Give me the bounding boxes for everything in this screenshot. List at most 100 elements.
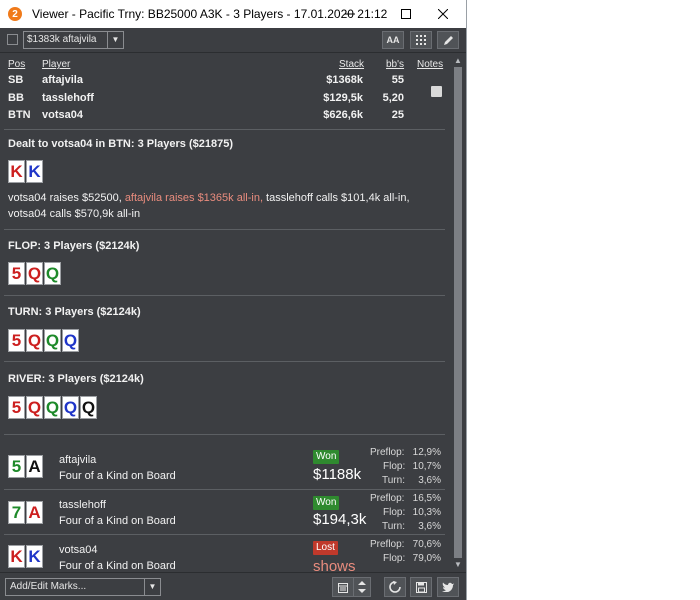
chevron-down-icon: ▼ bbox=[144, 579, 160, 595]
player-bbs: 5,20 bbox=[382, 92, 404, 104]
player-hand-cards: K K bbox=[8, 545, 43, 568]
hole-cards: K K bbox=[8, 160, 43, 183]
sort-button[interactable] bbox=[353, 577, 371, 597]
calendar-button[interactable] bbox=[332, 577, 354, 597]
player-bbs: 25 bbox=[391, 109, 404, 121]
card: Q bbox=[26, 262, 43, 285]
divider bbox=[4, 361, 445, 362]
grid-icon bbox=[416, 35, 426, 45]
player-name[interactable]: votsa04 bbox=[42, 109, 83, 121]
replay-button[interactable] bbox=[384, 577, 406, 597]
player-pos: BTN bbox=[8, 109, 31, 121]
card: Q bbox=[62, 329, 79, 352]
note-icon[interactable] bbox=[431, 86, 442, 97]
card: K bbox=[26, 160, 43, 183]
card: K bbox=[8, 545, 25, 568]
flop-cards: 5 Q Q bbox=[8, 262, 61, 285]
font-size-button[interactable]: AA bbox=[382, 31, 404, 49]
app-logo-icon: 2 bbox=[8, 7, 22, 21]
scrollbar-thumb[interactable] bbox=[454, 67, 462, 558]
turn-cards: 5 Q Q Q bbox=[8, 329, 79, 352]
action-text: votsa04 raises $52500, bbox=[8, 192, 125, 204]
edit-button[interactable] bbox=[437, 31, 459, 49]
player-hand-cards: 5 A bbox=[8, 455, 43, 478]
divider bbox=[4, 129, 445, 130]
result-hand-description: Four of a Kind on Board bbox=[59, 470, 176, 482]
card: A bbox=[26, 501, 43, 524]
col-stack-header[interactable]: Stack bbox=[339, 59, 364, 70]
flop-title: FLOP: 3 Players ($2124k) bbox=[8, 240, 140, 252]
result-hand-description: Four of a Kind on Board bbox=[59, 560, 176, 572]
result-player-name[interactable]: tasslehoff bbox=[59, 499, 106, 511]
card: Q bbox=[44, 396, 61, 419]
save-icon bbox=[415, 581, 427, 593]
updown-icon bbox=[358, 581, 366, 593]
vertical-scrollbar[interactable]: ▲ ▼ bbox=[450, 53, 466, 572]
title-bar: 2 Viewer - Pacific Trny: BB25000 A3K - 3… bbox=[0, 0, 466, 28]
card: 5 bbox=[8, 329, 25, 352]
result-player-name[interactable]: aftajvila bbox=[59, 454, 96, 466]
twitter-button[interactable] bbox=[437, 577, 459, 597]
player-stack: $129,5k bbox=[323, 92, 363, 104]
result-player-name[interactable]: votsa04 bbox=[59, 544, 98, 556]
marks-dropdown[interactable]: Add/Edit Marks... ▼ bbox=[5, 578, 161, 596]
player-pos: BB bbox=[8, 92, 24, 104]
stat-label: Preflop: bbox=[370, 447, 405, 458]
action-highlight: aftajvila raises $1365k all-in, bbox=[124, 192, 263, 204]
col-notes-header[interactable]: Notes bbox=[417, 59, 443, 70]
status-badge: Lost bbox=[313, 541, 338, 555]
result-amount: $194,3k bbox=[313, 511, 367, 528]
card: Q bbox=[62, 396, 79, 419]
result-hand-description: Four of a Kind on Board bbox=[59, 515, 176, 527]
player-dropdown[interactable]: $1383k aftajvila ▼ bbox=[23, 31, 124, 49]
marks-dropdown-label: Add/Edit Marks... bbox=[10, 581, 87, 592]
hand-history-panel: Pos Player Stack bb's Notes SB aftajvila… bbox=[0, 53, 450, 572]
close-icon[interactable] bbox=[420, 0, 466, 28]
turn-title: TURN: 3 Players ($2124k) bbox=[8, 306, 141, 318]
toolbar: $1383k aftajvila ▼ AA bbox=[0, 28, 466, 53]
grid-button[interactable] bbox=[410, 31, 432, 49]
stat-value: 70,6% bbox=[412, 539, 441, 550]
stat-value: 10,3% bbox=[412, 507, 441, 518]
divider bbox=[4, 489, 445, 490]
card: Q bbox=[44, 329, 61, 352]
scroll-up-icon[interactable]: ▲ bbox=[450, 55, 466, 67]
preflop-title: Dealt to votsa04 in BTN: 3 Players ($218… bbox=[8, 138, 233, 150]
select-checkbox[interactable] bbox=[7, 34, 18, 45]
save-button[interactable] bbox=[410, 577, 432, 597]
card: 5 bbox=[8, 262, 25, 285]
card: 5 bbox=[8, 396, 25, 419]
card: Q bbox=[26, 396, 43, 419]
status-badge: Won bbox=[313, 450, 340, 464]
player-stack: $1368k bbox=[326, 74, 363, 86]
stat-value: 79,0% bbox=[412, 553, 441, 564]
player-bbs: 55 bbox=[391, 74, 404, 86]
col-pos-header[interactable]: Pos bbox=[8, 59, 25, 70]
status-badge: Won bbox=[313, 496, 340, 510]
font-size-label: AA bbox=[386, 35, 400, 45]
player-hand-cards: 7 A bbox=[8, 501, 43, 524]
calendar-icon bbox=[338, 582, 348, 593]
preflop-actions: votsa04 raises $52500, aftajvila raises … bbox=[8, 190, 448, 222]
stat-label: Preflop: bbox=[370, 539, 405, 550]
card: Q bbox=[26, 329, 43, 352]
pencil-icon bbox=[443, 35, 453, 45]
stat-value: 10,7% bbox=[412, 461, 441, 472]
col-bbs-header[interactable]: bb's bbox=[386, 59, 404, 70]
card: K bbox=[26, 545, 43, 568]
card: K bbox=[8, 160, 25, 183]
scroll-down-icon[interactable]: ▼ bbox=[450, 559, 466, 571]
col-player-header[interactable]: Player bbox=[42, 59, 70, 70]
card: 5 bbox=[8, 455, 25, 478]
river-cards: 5 Q Q Q Q bbox=[8, 396, 97, 419]
card: Q bbox=[44, 262, 61, 285]
minimize-icon[interactable] bbox=[327, 0, 373, 28]
stat-label: Preflop: bbox=[370, 493, 405, 504]
divider bbox=[4, 534, 445, 535]
player-stack: $626,6k bbox=[323, 109, 363, 121]
player-name[interactable]: tasslehoff bbox=[42, 92, 94, 104]
result-amount: $1188k bbox=[313, 466, 362, 483]
player-name[interactable]: aftajvila bbox=[42, 74, 83, 86]
replay-icon bbox=[389, 581, 401, 593]
card: Q bbox=[80, 396, 97, 419]
